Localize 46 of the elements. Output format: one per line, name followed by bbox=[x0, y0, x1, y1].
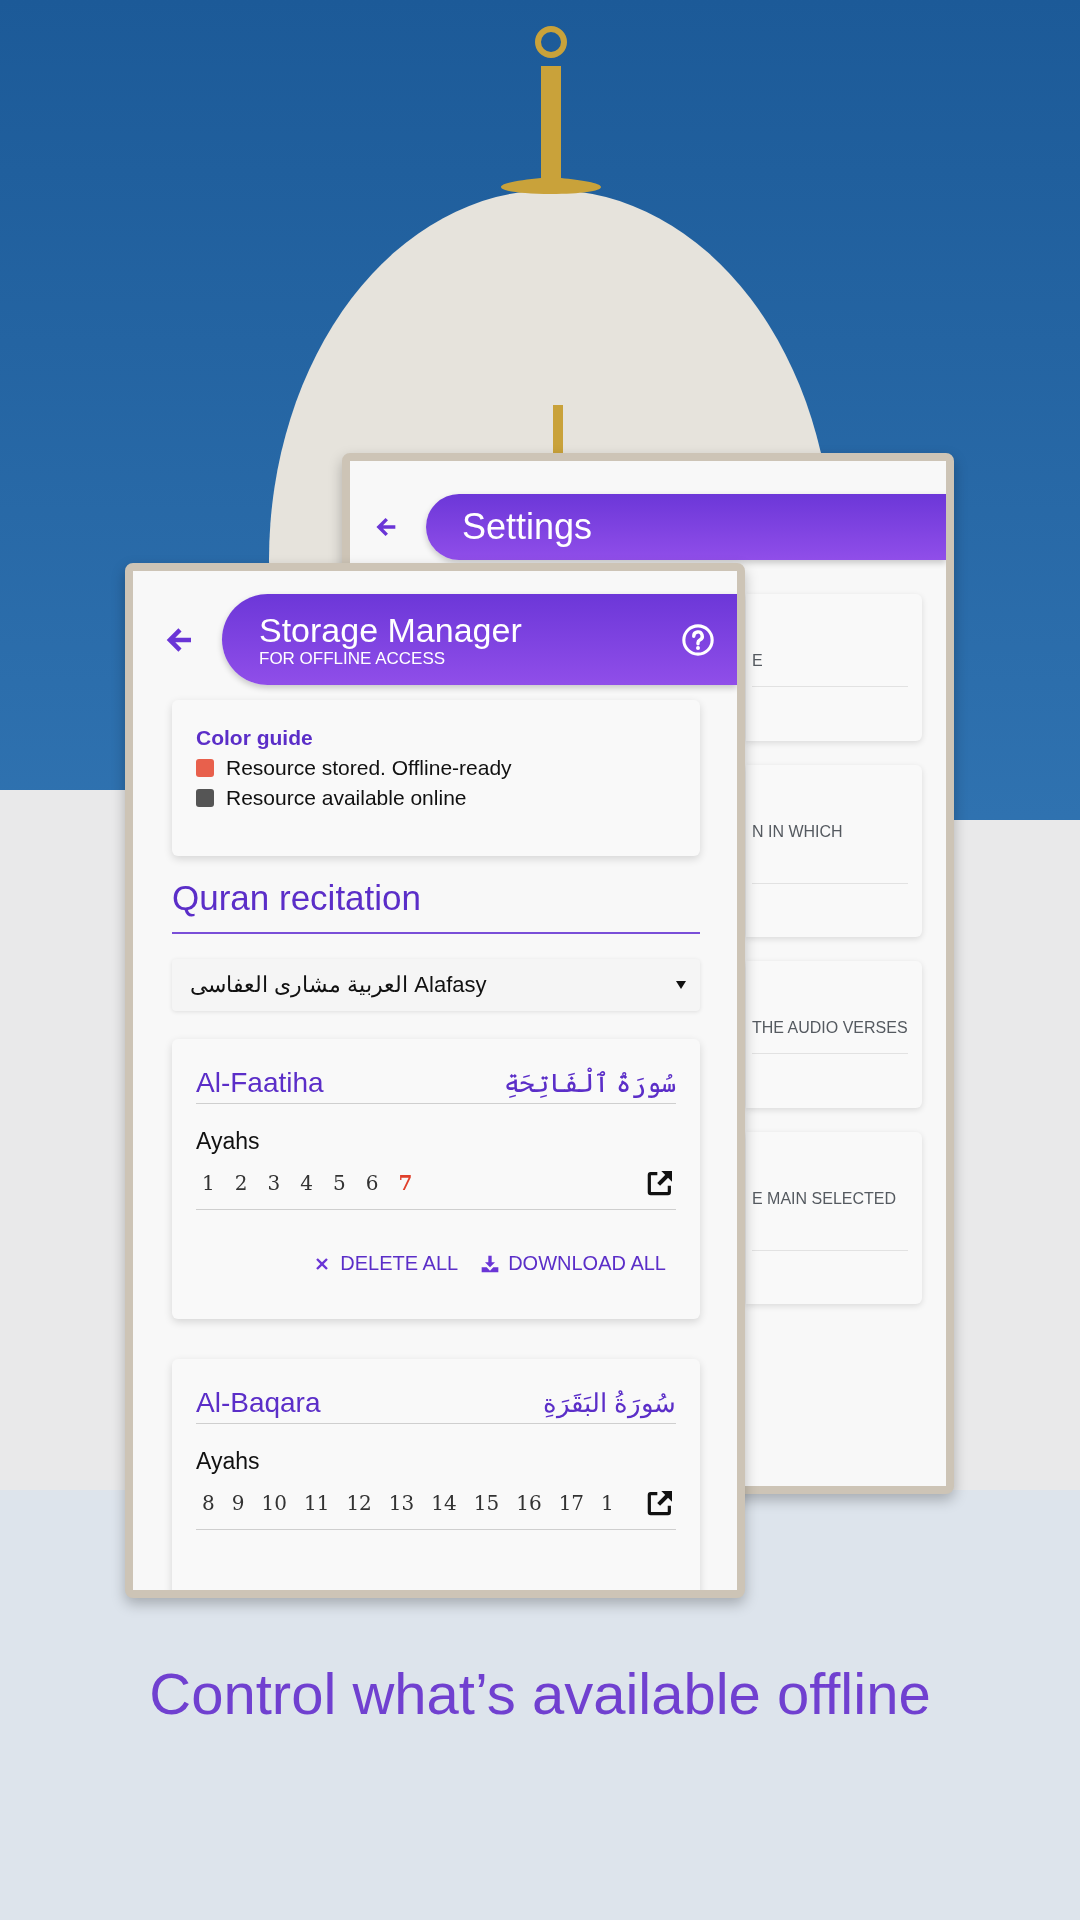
ayah-number[interactable]: 6 bbox=[365, 1171, 379, 1195]
screen-title: Storage Manager bbox=[259, 610, 522, 649]
settings-card[interactable]: E MAIN SELECTED bbox=[746, 1132, 922, 1304]
setting-label: N IN WHICH bbox=[752, 822, 844, 842]
ayah-number[interactable]: 8 bbox=[202, 1491, 215, 1515]
caret-icon bbox=[676, 981, 686, 989]
download-all-button[interactable]: DOWNLOAD ALL bbox=[476, 1248, 670, 1279]
ayah-number[interactable]: 12 bbox=[346, 1491, 372, 1515]
surah-arabic-name: سُورَةُ البَقَرَةِ bbox=[542, 1388, 676, 1419]
help-icon[interactable] bbox=[681, 622, 715, 657]
ayahs-label: Ayahs bbox=[196, 1448, 261, 1475]
legend-label: Resource available online bbox=[226, 786, 467, 810]
ayah-number[interactable]: 15 bbox=[473, 1491, 500, 1515]
ayah-number[interactable]: 3 bbox=[267, 1171, 281, 1195]
ayah-number[interactable]: 10 bbox=[261, 1491, 287, 1515]
caption: Control what’s available offline bbox=[148, 1660, 932, 1727]
setting-label: E MAIN SELECTED bbox=[752, 1189, 898, 1209]
screen-subtitle: FOR OFFLINE ACCESS bbox=[259, 648, 446, 669]
legend-label: Resource stored. Offline-ready bbox=[226, 756, 512, 780]
section-heading: Quran recitation bbox=[172, 878, 700, 934]
ayah-number[interactable]: 7 bbox=[398, 1171, 413, 1195]
delete-all-button[interactable]: DELETE ALL bbox=[308, 1248, 463, 1279]
ayah-number[interactable]: 1 bbox=[601, 1491, 614, 1515]
ayah-number[interactable]: 2 bbox=[234, 1171, 248, 1195]
surah-name: Al-Baqara bbox=[196, 1387, 321, 1419]
ayah-number[interactable]: 1 bbox=[202, 1171, 215, 1195]
settings-card[interactable]: THE AUDIO VERSES bbox=[746, 961, 922, 1108]
settings-card[interactable]: N IN WHICH bbox=[746, 765, 922, 937]
settings-card[interactable]: E bbox=[746, 594, 922, 741]
ayah-number[interactable]: 9 bbox=[231, 1491, 245, 1515]
reciter-dropdown[interactable]: العربية مشارى العفاسى Alafasy bbox=[172, 959, 700, 1011]
ayah-number[interactable]: 16 bbox=[516, 1491, 542, 1515]
ayah-number[interactable]: 4 bbox=[300, 1171, 313, 1195]
ayah-number[interactable]: 17 bbox=[558, 1491, 585, 1515]
surah-arabic-name: سُورَةُ ٱلْفَاتِحَةِ bbox=[503, 1068, 676, 1099]
color-guide-title: Color guide bbox=[196, 726, 314, 750]
ayah-number[interactable]: 13 bbox=[388, 1491, 415, 1515]
ayah-number[interactable]: 5 bbox=[332, 1171, 346, 1195]
screen-title: Settings bbox=[462, 506, 593, 548]
setting-label: E bbox=[752, 651, 764, 671]
ayahs-label: Ayahs bbox=[196, 1128, 261, 1155]
ayah-number[interactable]: 11 bbox=[303, 1491, 330, 1515]
surah-name: Al-Faatiha bbox=[196, 1067, 324, 1099]
download-icon bbox=[480, 1253, 501, 1274]
setting-label: THE AUDIO VERSES bbox=[752, 1018, 908, 1038]
ayah-number[interactable]: 14 bbox=[431, 1491, 457, 1515]
